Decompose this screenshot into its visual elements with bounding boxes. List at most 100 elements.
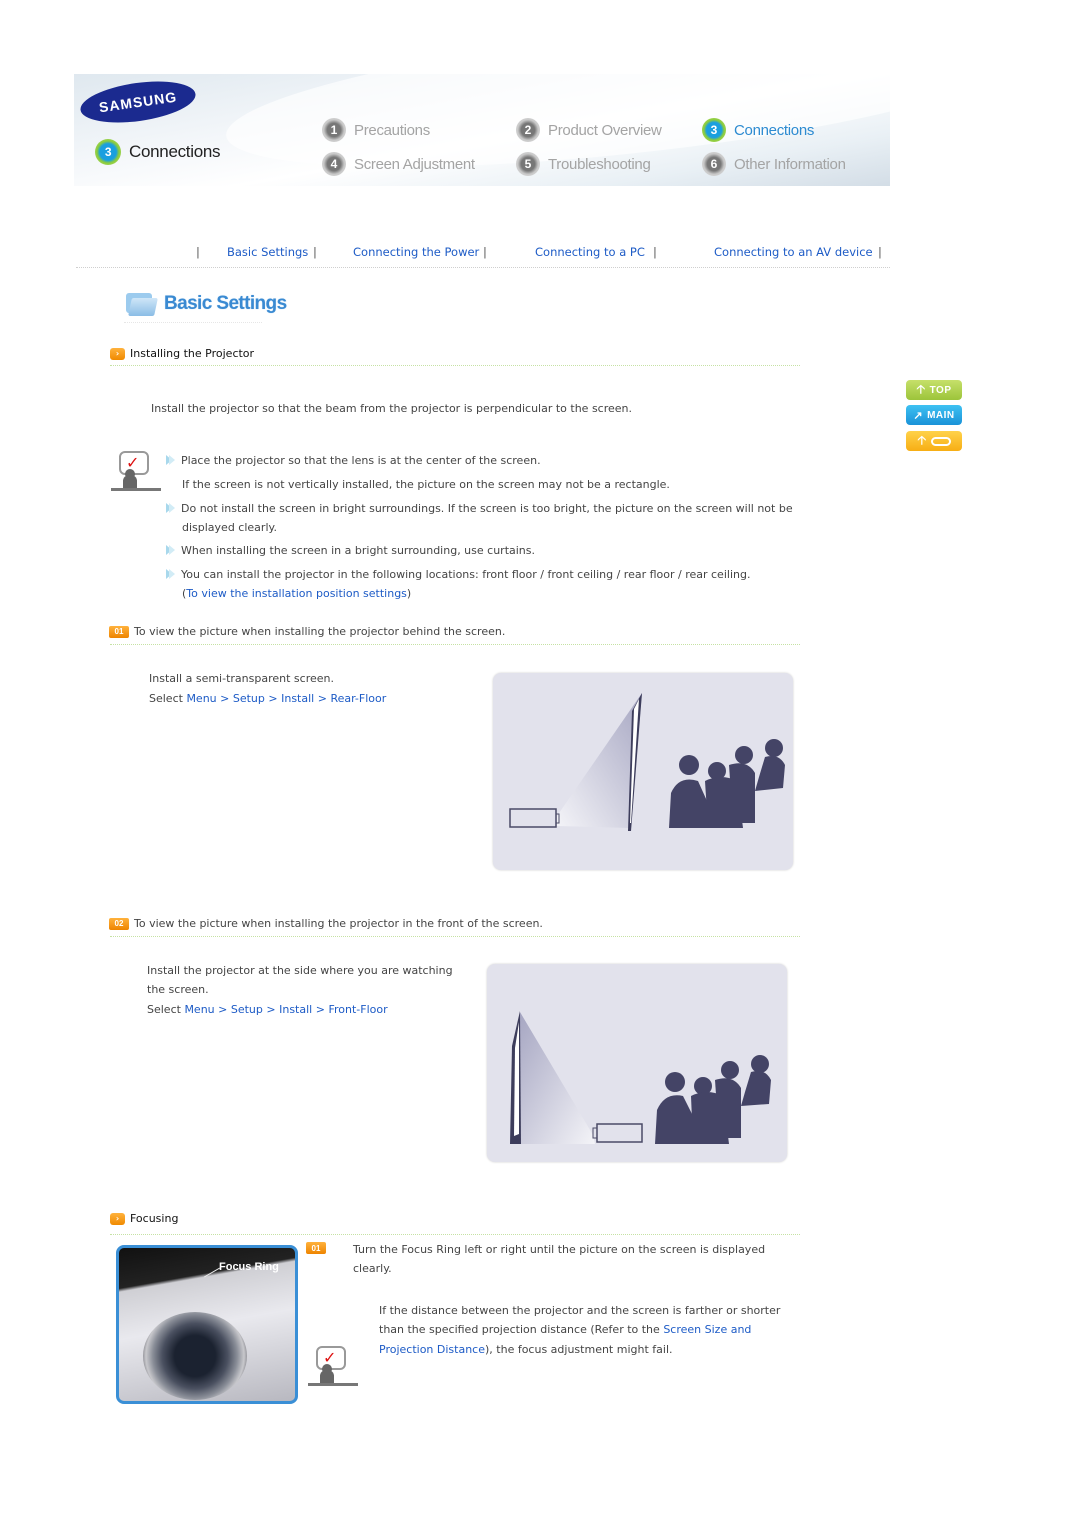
- path-sep: >: [214, 1003, 231, 1016]
- case2-instruction-cont: the screen.: [147, 983, 209, 996]
- divider: [110, 1234, 800, 1235]
- divider: [110, 936, 800, 937]
- bullet-text: When installing the screen in a bright s…: [181, 544, 536, 557]
- separator: |: [313, 245, 317, 259]
- focus-ring-photo: Focus Ring: [116, 1245, 298, 1404]
- nav-number-5: 5: [516, 152, 540, 176]
- path-sep: >: [262, 1003, 280, 1016]
- subnav-connecting-pc[interactable]: Connecting to a PC: [535, 245, 645, 259]
- install-intro: Install the projector so that the beam f…: [151, 402, 633, 415]
- note-text: than the specified projection distance (…: [379, 1323, 664, 1336]
- installation-link-line: (To view the installation position setti…: [182, 584, 411, 604]
- orange-arrow-icon: ›: [110, 1212, 125, 1225]
- case-heading-front: 02 To view the picture when installing t…: [109, 917, 543, 930]
- nav-connections[interactable]: 3 Connections: [702, 118, 814, 142]
- bullet-arrow-icon: [166, 455, 175, 465]
- stairs-arrow-icon: ↗: [913, 409, 924, 422]
- lens-shape: [143, 1312, 247, 1400]
- nav-label: Precautions: [354, 121, 430, 139]
- front-projection-diagram: [510, 1011, 771, 1144]
- nav-screen-adjustment[interactable]: 4 Screen Adjustment: [322, 152, 475, 176]
- path-front-floor[interactable]: Front-Floor: [328, 1003, 387, 1016]
- separator: |: [653, 245, 657, 259]
- subnav-basic-settings[interactable]: Basic Settings: [227, 245, 308, 259]
- path-sep: >: [314, 692, 331, 705]
- path-install[interactable]: Install: [281, 692, 314, 705]
- pointer-line: [203, 1267, 221, 1278]
- nav-precautions[interactable]: 1 Precautions: [322, 118, 430, 142]
- back-button[interactable]: 🡡: [906, 431, 962, 451]
- up-arrow-icon: 🡡: [916, 381, 926, 396]
- divider: [110, 644, 800, 645]
- main-button-label: MAIN: [927, 409, 955, 421]
- path-rear-floor[interactable]: Rear-Floor: [330, 692, 386, 705]
- page-title: Basic Settings: [124, 291, 287, 317]
- bullet-item: Place the projector so that the lens is …: [166, 451, 541, 471]
- rear-install-illustration: [493, 673, 793, 870]
- top-button-label: TOP: [929, 384, 952, 396]
- screen-size-link[interactable]: Screen Size and: [663, 1323, 751, 1336]
- focus-step-text-cont: clearly.: [353, 1262, 392, 1275]
- nav-number-3: 3: [702, 118, 726, 142]
- case1-instruction: Install a semi-transparent screen.: [149, 672, 334, 685]
- note-text: ), the focus adjustment might fail.: [485, 1343, 673, 1356]
- path-menu[interactable]: Menu: [184, 1003, 214, 1016]
- nav-product-overview[interactable]: 2 Product Overview: [516, 118, 662, 142]
- focus-note-line3: Projection Distance), the focus adjustme…: [379, 1340, 673, 1360]
- select-prefix: Select: [147, 1003, 185, 1016]
- focus-note-line2: than the specified projection distance (…: [379, 1320, 751, 1340]
- projector-shape: [596, 1123, 643, 1143]
- bullet-text: Place the projector so that the lens is …: [181, 454, 541, 467]
- bullet-item: Do not install the screen in bright surr…: [166, 499, 793, 519]
- top-button[interactable]: 🡡 TOP: [906, 380, 962, 400]
- path-setup[interactable]: Setup: [231, 1003, 263, 1016]
- subnav-connecting-power[interactable]: Connecting the Power: [353, 245, 479, 259]
- path-setup[interactable]: Setup: [233, 692, 265, 705]
- rear-projection-diagram: [509, 693, 785, 831]
- case2-instruction: Install the projector at the side where …: [147, 964, 453, 977]
- bullet-arrow-icon: [166, 569, 175, 579]
- bullet-subtext: If the screen is not vertically installe…: [182, 478, 670, 491]
- front-install-illustration: [487, 964, 787, 1162]
- nav-label: Screen Adjustment: [354, 155, 475, 173]
- focus-note-line1: If the distance between the projector an…: [379, 1304, 781, 1317]
- divider: [110, 365, 800, 366]
- back-icon: [930, 436, 951, 446]
- section-heading-installing: › Installing the Projector: [110, 347, 254, 360]
- path-sep: >: [312, 1003, 329, 1016]
- step-badge-icon: 01: [306, 1242, 326, 1254]
- nav-number-2: 2: [516, 118, 540, 142]
- path-menu[interactable]: Menu: [186, 692, 216, 705]
- case-heading-text: To view the picture when installing the …: [134, 917, 543, 930]
- path-install[interactable]: Install: [279, 1003, 312, 1016]
- case1-menu-path: Select Menu > Setup > Install > Rear-Flo…: [149, 689, 386, 709]
- page-title-text: Basic Settings: [164, 293, 287, 314]
- installation-position-link[interactable]: To view the installation position settin…: [186, 587, 407, 600]
- section-heading-focusing: › Focusing: [110, 1212, 178, 1225]
- focus-ring-label: Focus Ring: [219, 1261, 279, 1273]
- bullet-text-cont: displayed clearly.: [182, 521, 277, 534]
- nav-number-4: 4: [322, 152, 346, 176]
- nav-other-information[interactable]: 6 Other Information: [702, 152, 846, 176]
- select-prefix: Select: [149, 692, 187, 705]
- nav-label: Connections: [734, 121, 815, 139]
- bullet-arrow-icon: [166, 545, 175, 555]
- main-button[interactable]: ↗ MAIN: [906, 405, 962, 425]
- projection-distance-link[interactable]: Projection Distance: [379, 1343, 485, 1356]
- up-arrow-icon: 🡡: [917, 432, 927, 447]
- note-icon: ✓: [308, 1346, 358, 1390]
- case-heading-text: To view the picture when installing the …: [134, 625, 506, 638]
- current-section-title: 3 Connections: [95, 139, 221, 165]
- projector-shape: [509, 808, 557, 828]
- separator: |: [483, 245, 487, 259]
- nav-number-1: 1: [322, 118, 346, 142]
- nav-number-6: 6: [702, 152, 726, 176]
- subnav-connecting-av[interactable]: Connecting to an AV device: [714, 245, 873, 259]
- step-badge-icon: 02: [109, 917, 129, 930]
- current-section-label: Connections: [129, 142, 221, 161]
- separator: |: [196, 245, 200, 259]
- nav-troubleshooting[interactable]: 5 Troubleshooting: [516, 152, 651, 176]
- bullet-item: When installing the screen in a bright s…: [166, 541, 535, 561]
- path-sep: >: [264, 692, 282, 705]
- note-icon: ✓: [111, 451, 161, 495]
